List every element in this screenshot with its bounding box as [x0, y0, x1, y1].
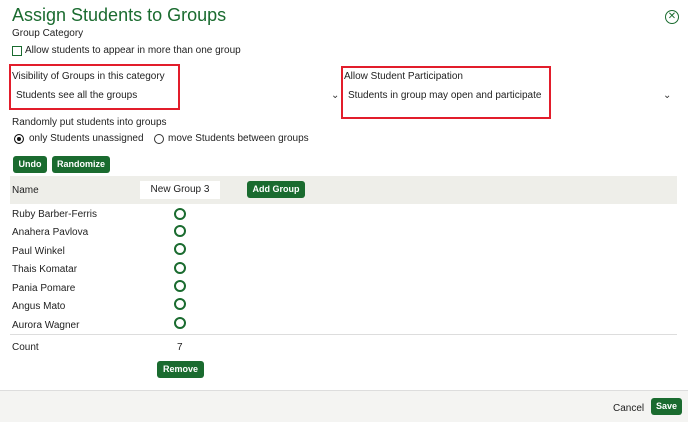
student-name: Angus Mato [12, 301, 66, 312]
name-header: Name [12, 185, 39, 196]
radio-move[interactable] [154, 134, 164, 144]
group-assignment-radio[interactable] [174, 208, 186, 220]
student-name: Paul Winkel [12, 246, 65, 257]
group-assignment-radio[interactable] [174, 317, 186, 329]
student-name: Ruby Barber-Ferris [12, 209, 98, 220]
undo-button[interactable]: Undo [13, 156, 47, 173]
group-assignment-radio[interactable] [174, 298, 186, 310]
group-category-label: Group Category [12, 28, 84, 39]
student-name: Aurora Wagner [12, 320, 80, 331]
chevron-down-icon: ⌄ [663, 90, 672, 101]
remove-button[interactable]: Remove [157, 361, 204, 378]
dialog-title: Assign Students to Groups [12, 5, 227, 25]
highlight-visibility [9, 64, 180, 110]
add-group-button[interactable]: Add Group [247, 181, 305, 198]
group-assignment-radio[interactable] [174, 243, 186, 255]
count-label: Count [12, 342, 39, 353]
save-button[interactable]: Save [651, 398, 682, 415]
highlight-participation [341, 66, 551, 119]
student-name: Anahera Pavlova [12, 227, 89, 238]
student-name: Pania Pomare [12, 283, 76, 294]
allow-multiple-label: Allow students to appear in more than on… [25, 45, 241, 56]
group-assignment-radio[interactable] [174, 280, 186, 292]
chevron-down-icon: ⌄ [331, 90, 340, 101]
group-assignment-radio[interactable] [174, 262, 186, 274]
student-name: Thais Komatar [12, 264, 78, 275]
close-icon[interactable]: ✕ [665, 10, 679, 24]
cancel-button[interactable]: Cancel [613, 403, 644, 414]
table-header [10, 176, 677, 204]
radio-move-label: move Students between groups [168, 133, 309, 144]
count-value: 7 [177, 342, 183, 353]
divider [10, 334, 677, 335]
allow-multiple-checkbox[interactable] [12, 46, 22, 56]
group-name-input[interactable]: New Group 3 [140, 181, 220, 199]
dialog-footer [0, 390, 688, 422]
radio-unassigned[interactable] [14, 134, 24, 144]
randomize-button[interactable]: Randomize [52, 156, 110, 173]
random-label: Randomly put students into groups [12, 117, 167, 128]
radio-unassigned-label: only Students unassigned [29, 133, 144, 144]
group-assignment-radio[interactable] [174, 225, 186, 237]
